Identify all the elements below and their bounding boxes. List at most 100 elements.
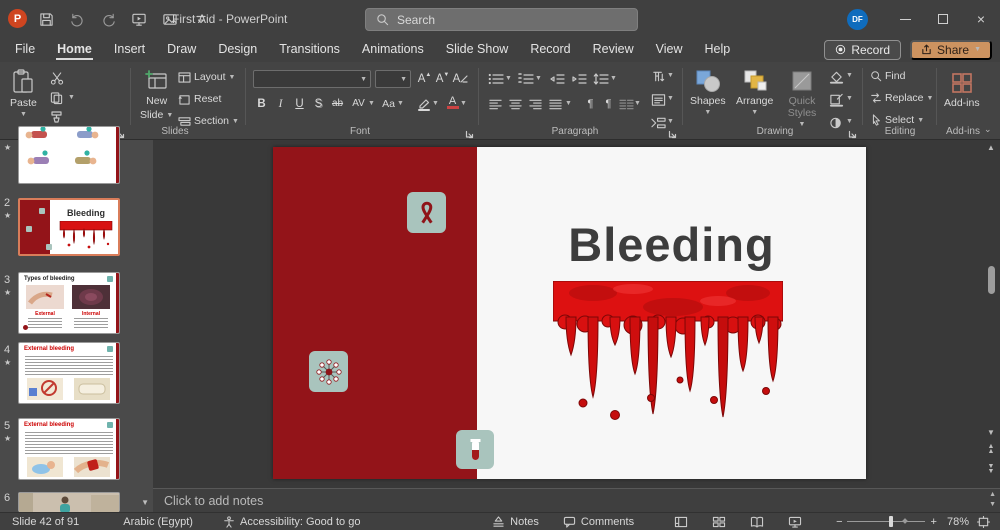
chevron-down-icon[interactable]: ▼: [432, 100, 439, 107]
convert-to-smartart-button[interactable]: [650, 114, 667, 131]
slide-indicator[interactable]: Slide 42 of 91: [0, 516, 91, 528]
scrollbar-thumb[interactable]: [987, 266, 995, 294]
zoom-level[interactable]: 78%: [941, 516, 975, 528]
thumbnail-scroll-down-icon[interactable]: ▼: [141, 498, 149, 508]
font-name-combobox[interactable]: ▼: [253, 70, 371, 88]
search-input[interactable]: Search: [365, 8, 638, 31]
notes-scroll-arrows[interactable]: ▲ ▼: [989, 490, 996, 510]
tab-slide-show[interactable]: Slide Show: [435, 39, 520, 61]
justify-button[interactable]: [547, 95, 564, 112]
strikethrough-button[interactable]: ab: [329, 95, 346, 112]
chevron-down-icon[interactable]: ▼: [397, 100, 404, 107]
language-indicator[interactable]: Arabic (Egypt): [111, 516, 205, 528]
tab-insert[interactable]: Insert: [103, 39, 156, 61]
chevron-down-icon[interactable]: ▼: [667, 95, 674, 102]
text-direction-button[interactable]: [650, 68, 667, 85]
zoom-in-button[interactable]: +: [925, 516, 941, 528]
chevron-down-icon[interactable]: ▼: [846, 72, 853, 79]
previous-slide-button[interactable]: ▲ ▲: [988, 443, 995, 455]
test-tube-tile[interactable]: [456, 430, 494, 469]
text-shadow-button[interactable]: S: [310, 95, 327, 112]
bullets-button[interactable]: [487, 70, 504, 87]
tab-review[interactable]: Review: [582, 39, 645, 61]
thumbnail-slide-3[interactable]: Types of bleeding External Internal: [18, 272, 120, 334]
copy-button[interactable]: [48, 89, 65, 106]
quick-styles-button[interactable]: Quick Styles ▼: [782, 69, 822, 128]
align-right-button[interactable]: [527, 95, 544, 112]
tab-file[interactable]: File: [4, 39, 46, 61]
tab-design[interactable]: Design: [207, 39, 268, 61]
chevron-down-icon[interactable]: ▼: [565, 100, 572, 107]
numbering-button[interactable]: [517, 70, 534, 87]
underline-button[interactable]: U: [291, 95, 308, 112]
tab-help[interactable]: Help: [693, 39, 741, 61]
tab-record[interactable]: Record: [519, 39, 581, 61]
zoom-out-button[interactable]: −: [824, 516, 846, 528]
columns-button[interactable]: [618, 95, 635, 112]
vertical-scrollbar[interactable]: ▲ ▼ ▲ ▲ ▼ ▼: [984, 140, 998, 488]
minimize-button[interactable]: [886, 0, 924, 38]
fit-slide-button[interactable]: [975, 515, 1000, 528]
shapes-button[interactable]: Shapes ▼: [690, 69, 726, 116]
character-spacing-button[interactable]: AV: [350, 95, 367, 112]
shape-effects-button[interactable]: [828, 114, 845, 131]
shape-fill-button[interactable]: [828, 68, 845, 85]
drawing-dialog-launcher[interactable]: [848, 126, 858, 139]
chevron-down-icon[interactable]: ▼: [535, 75, 542, 82]
chevron-down-icon[interactable]: ▼: [846, 95, 853, 102]
accessibility-status[interactable]: Accessibility: Good to go: [211, 516, 372, 528]
save-icon[interactable]: [36, 9, 56, 29]
tab-transitions[interactable]: Transitions: [268, 39, 351, 61]
chevron-down-icon[interactable]: ▼: [667, 72, 674, 79]
increase-font-size-button[interactable]: A ▲: [416, 70, 433, 87]
chevron-down-icon[interactable]: ▼: [505, 75, 512, 82]
notes-placeholder[interactable]: Click to add notes: [153, 494, 263, 508]
slide-title-text[interactable]: Bleeding: [477, 217, 866, 272]
collapse-ribbon-icon[interactable]: ⌄: [984, 124, 992, 135]
layout-button[interactable]: Layout ▼: [178, 71, 235, 83]
chevron-down-icon[interactable]: ▼: [368, 100, 375, 107]
new-slide-button[interactable]: New Slide ▼: [140, 69, 173, 121]
notes-panel[interactable]: Click to add notes ▲ ▼: [153, 488, 1000, 512]
notes-toggle[interactable]: Notes: [480, 516, 551, 528]
tab-view[interactable]: View: [645, 39, 694, 61]
add-ins-button[interactable]: Add-ins: [944, 71, 980, 109]
select-button[interactable]: Select ▼: [870, 114, 924, 126]
thumbnail-slide-1[interactable]: [18, 126, 120, 184]
decrease-font-size-button[interactable]: A ▼: [434, 70, 451, 87]
maximize-button[interactable]: [924, 0, 962, 38]
share-button[interactable]: Share ▼: [910, 40, 992, 60]
change-case-button[interactable]: Aa: [380, 95, 397, 112]
zoom-slider[interactable]: [846, 516, 925, 527]
find-button[interactable]: Find: [870, 70, 905, 82]
font-size-combobox[interactable]: ▼: [375, 70, 411, 88]
reset-button[interactable]: Reset: [178, 93, 221, 105]
font-color-button[interactable]: A: [444, 94, 461, 111]
slideshow-view-button[interactable]: [776, 516, 814, 528]
normal-view-button[interactable]: [662, 516, 700, 528]
decrease-indent-button[interactable]: [548, 70, 565, 87]
slide-editor[interactable]: Bleeding: [273, 147, 866, 479]
thumbnail-slide-2[interactable]: Bleeding: [18, 198, 120, 256]
chevron-down-icon[interactable]: ▼: [667, 118, 674, 125]
chevron-down-icon[interactable]: ▼: [634, 100, 641, 107]
next-slide-button[interactable]: ▼ ▼: [988, 463, 995, 475]
zoom-slider-thumb[interactable]: [888, 516, 893, 527]
close-button[interactable]: ×: [962, 0, 1000, 38]
scroll-up-icon[interactable]: ▲: [987, 143, 995, 153]
chevron-down-icon[interactable]: ▼: [460, 100, 467, 107]
font-dialog-launcher[interactable]: [465, 126, 475, 139]
slide-sorter-button[interactable]: [700, 516, 738, 528]
chevron-down-icon[interactable]: ▼: [846, 118, 853, 125]
redo-icon[interactable]: [98, 9, 118, 29]
line-spacing-button[interactable]: [592, 70, 609, 87]
replace-button[interactable]: Replace ▼: [870, 92, 933, 104]
tab-draw[interactable]: Draw: [156, 39, 207, 61]
thumbnail-slide-5[interactable]: External bleeding: [18, 418, 120, 480]
align-center-button[interactable]: [507, 95, 524, 112]
cut-button[interactable]: [48, 70, 65, 87]
powerpoint-logo-icon[interactable]: P: [8, 9, 27, 28]
chevron-down-icon[interactable]: ▼: [68, 94, 75, 101]
increase-indent-button[interactable]: [570, 70, 587, 87]
paste-button[interactable]: Paste ▼: [10, 69, 37, 118]
